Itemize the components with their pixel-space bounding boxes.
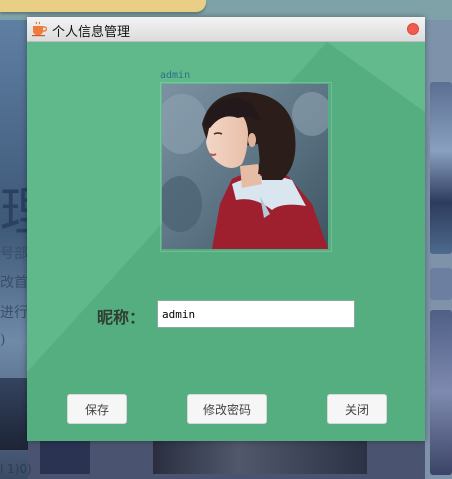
background-text-line: 改首 — [0, 275, 28, 291]
background-tab — [0, 0, 206, 12]
avatar[interactable] — [162, 84, 328, 249]
close-icon[interactable] — [407, 23, 419, 35]
avatar-caption: admin — [160, 70, 191, 81]
dialog-title: 个人信息管理 — [52, 24, 131, 39]
background-text-line: 进行 — [0, 305, 28, 321]
background-image — [40, 440, 90, 474]
coffee-cup-icon — [31, 21, 48, 37]
background-thumbnail — [430, 268, 452, 300]
background-text-line: ) — [0, 332, 6, 348]
nickname-label: 昵称： — [97, 308, 146, 327]
background-thumbnail — [430, 82, 452, 254]
dialog-content: admin 昵称： admin 保存 修改密码 关闭 — [27, 42, 425, 441]
save-button[interactable]: 保存 — [67, 394, 127, 424]
background-thumbnail — [430, 310, 452, 475]
dialog-titlebar[interactable]: 个人信息管理 — [27, 17, 425, 42]
change-password-button[interactable]: 修改密码 — [187, 394, 267, 424]
background-image — [153, 440, 367, 474]
close-button[interactable]: 关闭 — [327, 394, 387, 424]
profile-dialog: 个人信息管理 admin 昵称： admin 保存 修改密码 关闭 — [27, 17, 425, 441]
background-image-left — [0, 378, 28, 450]
background-bottom-text: l 1)0) — [0, 462, 32, 476]
nickname-input[interactable] — [157, 300, 355, 328]
background-text-line: 号部 — [0, 246, 28, 262]
